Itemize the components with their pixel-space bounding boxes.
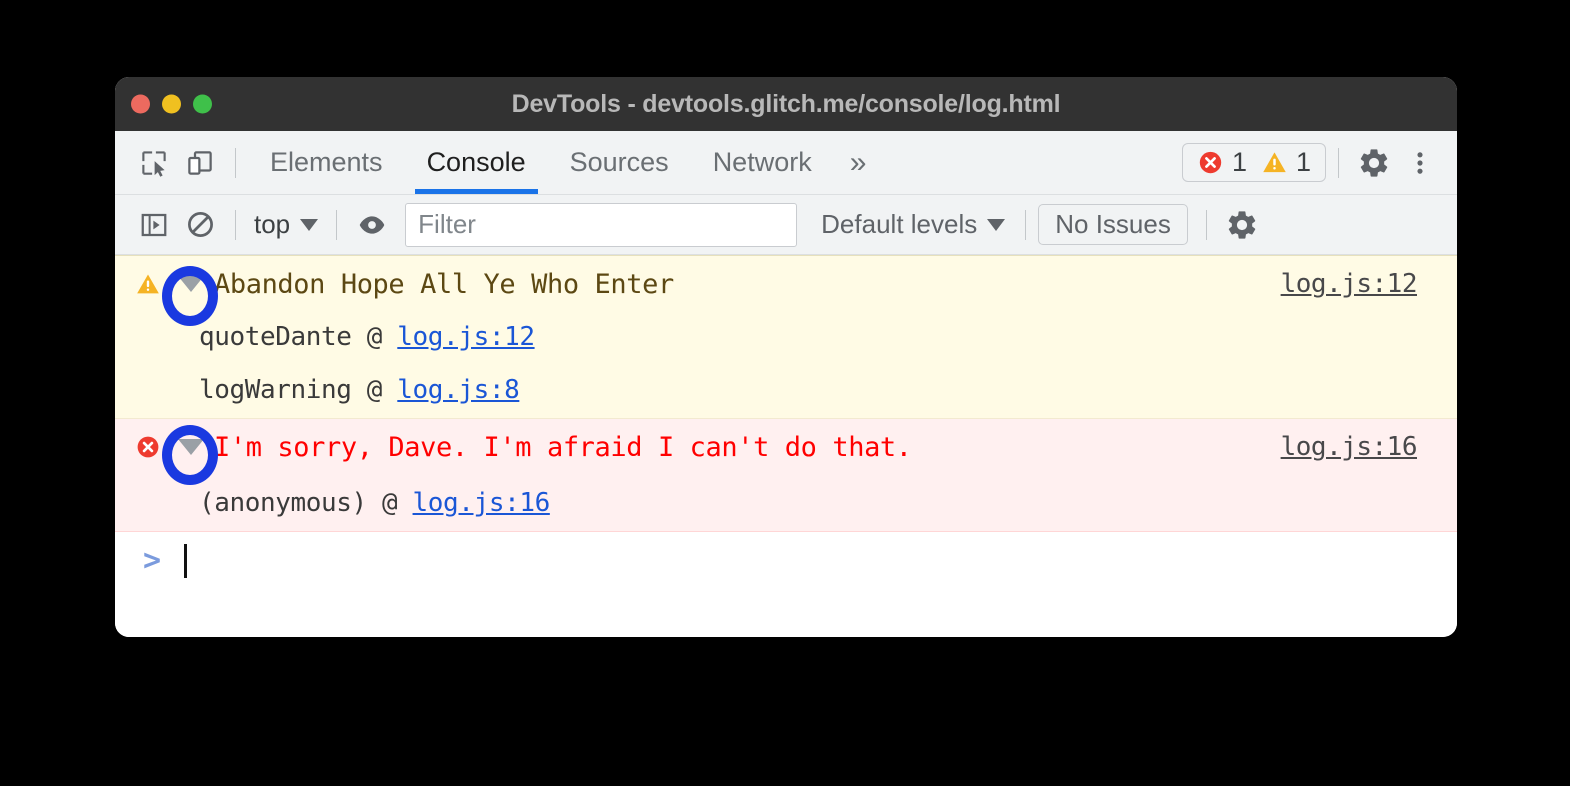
tabbar-divider-2 (1338, 148, 1339, 178)
console-toolbar-divider-4 (1206, 210, 1207, 240)
console-message-error-source-link[interactable]: log.js:16 (1281, 432, 1417, 462)
kebab-menu-icon[interactable] (1397, 140, 1443, 186)
stack-frame: logWarning @ log.js:8 (115, 362, 1439, 418)
console-message-warning[interactable]: Abandon Hope All Ye Who Enter log.js:12 … (115, 255, 1457, 419)
no-issues-button[interactable]: No Issues (1038, 204, 1188, 245)
tab-elements-label: Elements (270, 147, 383, 178)
console-message-error-text: I'm sorry, Dave. I'm afraid I can't do t… (214, 432, 912, 463)
console-message-warning-source-link[interactable]: log.js:12 (1281, 269, 1417, 299)
live-expression-icon[interactable] (349, 202, 395, 248)
stack-frame-function: (anonymous) @ (199, 488, 413, 518)
stack-frame-link[interactable]: log.js:12 (397, 322, 534, 352)
warning-triangle-icon (1261, 149, 1288, 176)
execution-context-label: top (254, 209, 290, 240)
error-circle-icon (135, 434, 161, 460)
close-window-button[interactable] (131, 95, 150, 114)
console-message-error-header[interactable]: I'm sorry, Dave. I'm afraid I can't do t… (115, 419, 1439, 475)
stack-frame-link[interactable]: log.js:8 (397, 375, 519, 405)
device-toolbar-icon[interactable] (177, 140, 223, 186)
prompt-chevron-icon: > (143, 546, 161, 576)
error-disclosure-triangle-icon[interactable] (178, 439, 204, 455)
panel-tabs: Elements Console Sources Network » (248, 131, 882, 194)
tab-network[interactable]: Network (691, 131, 834, 194)
tab-sources[interactable]: Sources (548, 131, 691, 194)
gear-icon[interactable] (1351, 140, 1397, 186)
console-message-warning-text: Abandon Hope All Ye Who Enter (214, 269, 674, 300)
window-traffic-lights (131, 95, 212, 114)
text-cursor (184, 544, 187, 578)
console-prompt-row[interactable]: > (115, 532, 1457, 590)
screenshot-root: DevTools - devtools.glitch.me/console/lo… (0, 0, 1570, 786)
error-count: 1 (1232, 149, 1247, 176)
chevron-down-icon (987, 219, 1005, 231)
tab-elements[interactable]: Elements (248, 131, 405, 194)
devtools-tabbar: Elements Console Sources Network » 1 1 (115, 131, 1457, 195)
devtools-window: DevTools - devtools.glitch.me/console/lo… (115, 77, 1457, 637)
console-message-warning-header[interactable]: Abandon Hope All Ye Who Enter log.js:12 (115, 256, 1439, 312)
execution-context-selector[interactable]: top (248, 209, 324, 240)
tabbar-divider-1 (235, 148, 236, 178)
console-sidebar-icon[interactable] (131, 202, 177, 248)
warning-triangle-icon (135, 271, 161, 297)
filter-placeholder: Filter (418, 209, 476, 240)
window-titlebar: DevTools - devtools.glitch.me/console/lo… (115, 77, 1457, 131)
console-toolbar: top Filter Default levels No Issues (115, 195, 1457, 255)
error-circle-icon (1197, 149, 1224, 176)
minimize-window-button[interactable] (162, 95, 181, 114)
log-levels-selector[interactable]: Default levels (821, 209, 1005, 240)
console-message-list[interactable]: Abandon Hope All Ye Who Enter log.js:12 … (115, 255, 1457, 637)
console-toolbar-divider-3 (1025, 210, 1026, 240)
stack-frame-function: quoteDante @ (199, 322, 397, 352)
console-toolbar-divider-1 (235, 210, 236, 240)
log-levels-label: Default levels (821, 209, 977, 240)
tab-network-label: Network (713, 147, 812, 178)
more-tabs-icon[interactable]: » (834, 148, 883, 178)
clear-console-icon[interactable] (177, 202, 223, 248)
console-message-error[interactable]: I'm sorry, Dave. I'm afraid I can't do t… (115, 419, 1457, 532)
tab-sources-label: Sources (570, 147, 669, 178)
window-title: DevTools - devtools.glitch.me/console/lo… (512, 90, 1061, 119)
maximize-window-button[interactable] (193, 95, 212, 114)
inspect-element-icon[interactable] (131, 140, 177, 186)
tab-console-label: Console (427, 147, 526, 178)
stack-frame-function: logWarning @ (199, 375, 397, 405)
console-toolbar-divider-2 (336, 210, 337, 240)
stack-frame-link[interactable]: log.js:16 (413, 488, 550, 518)
tab-console[interactable]: Console (405, 131, 548, 194)
chevron-down-icon (300, 219, 318, 231)
warning-count: 1 (1296, 149, 1311, 176)
warning-disclosure-triangle-icon[interactable] (178, 276, 204, 292)
filter-input[interactable]: Filter (405, 203, 797, 247)
console-settings-gear-icon[interactable] (1219, 202, 1265, 248)
stack-frame: quoteDante @ log.js:12 (115, 312, 1439, 362)
issues-counter[interactable]: 1 1 (1182, 143, 1326, 182)
stack-frame: (anonymous) @ log.js:16 (115, 475, 1439, 531)
